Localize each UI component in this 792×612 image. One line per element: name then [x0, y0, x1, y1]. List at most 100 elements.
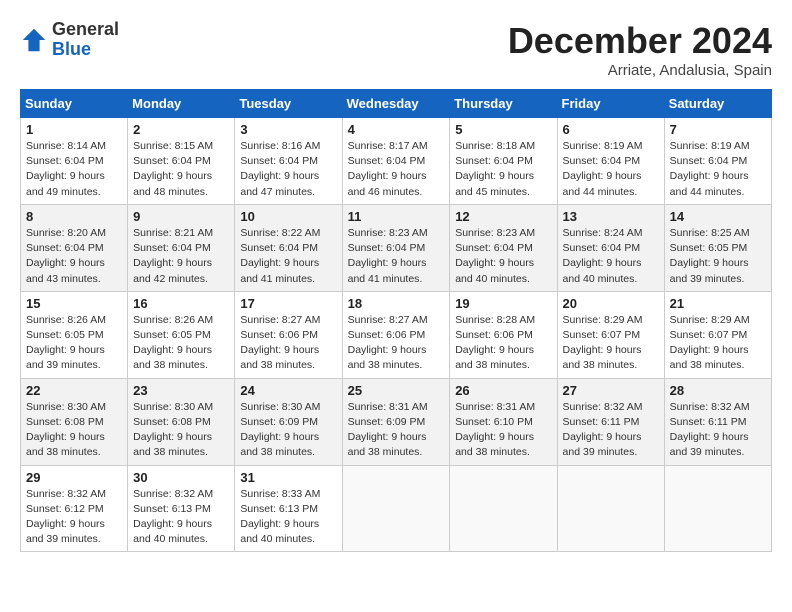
day-info: Sunrise: 8:30 AM Sunset: 6:08 PM Dayligh…	[26, 400, 122, 461]
day-info: Sunrise: 8:32 AM Sunset: 6:13 PM Dayligh…	[133, 487, 229, 548]
calendar-cell: 20 Sunrise: 8:29 AM Sunset: 6:07 PM Dayli…	[557, 291, 664, 378]
calendar-body: 1 Sunrise: 8:14 AM Sunset: 6:04 PM Daylig…	[21, 118, 772, 552]
calendar-cell: 23Sunrise: 8:30 AM Sunset: 6:08 PM Dayli…	[128, 378, 235, 465]
calendar-cell	[557, 465, 664, 552]
day-number: 9	[133, 209, 229, 224]
day-info: Sunrise: 8:25 AM Sunset: 6:05 PM Dayligh…	[670, 226, 766, 287]
calendar-cell: 1 Sunrise: 8:14 AM Sunset: 6:04 PM Daylig…	[21, 118, 128, 205]
day-number: 20	[563, 296, 659, 311]
day-number: 27	[563, 383, 659, 398]
weekday-header: Thursday	[450, 90, 557, 118]
calendar-cell: 30 Sunrise: 8:32 AM Sunset: 6:13 PM Dayli…	[128, 465, 235, 552]
calendar-cell: 15 Sunrise: 8:26 AM Sunset: 6:05 PM Dayli…	[21, 291, 128, 378]
day-number: 31	[240, 470, 336, 485]
day-info: Sunrise: 8:26 AM Sunset: 6:05 PM Dayligh…	[26, 313, 122, 374]
day-number: 24	[240, 383, 336, 398]
calendar-week-row: 8 Sunrise: 8:20 AM Sunset: 6:04 PM Daylig…	[21, 204, 772, 291]
calendar-cell: 5 Sunrise: 8:18 AM Sunset: 6:04 PM Daylig…	[450, 118, 557, 205]
calendar-cell: 28Sunrise: 8:32 AM Sunset: 6:11 PM Dayli…	[664, 378, 771, 465]
logo-blue: Blue	[52, 39, 91, 59]
weekday-header: Saturday	[664, 90, 771, 118]
day-info: Sunrise: 8:15 AM Sunset: 6:04 PM Dayligh…	[133, 139, 229, 200]
calendar-cell: 8 Sunrise: 8:20 AM Sunset: 6:04 PM Daylig…	[21, 204, 128, 291]
calendar-cell: 27 Sunrise: 8:32 AM Sunset: 6:11 PM Dayli…	[557, 378, 664, 465]
calendar-cell: 31Sunrise: 8:33 AM Sunset: 6:13 PM Dayli…	[235, 465, 342, 552]
calendar-cell: 22 Sunrise: 8:30 AM Sunset: 6:08 PM Dayli…	[21, 378, 128, 465]
day-info: Sunrise: 8:32 AM Sunset: 6:12 PM Dayligh…	[26, 487, 122, 548]
day-number: 23	[133, 383, 229, 398]
logo-icon	[20, 26, 48, 54]
calendar-cell: 14Sunrise: 8:25 AM Sunset: 6:05 PM Dayli…	[664, 204, 771, 291]
day-info: Sunrise: 8:31 AM Sunset: 6:09 PM Dayligh…	[348, 400, 445, 461]
day-number: 12	[455, 209, 551, 224]
day-number: 22	[26, 383, 122, 398]
day-info: Sunrise: 8:22 AM Sunset: 6:04 PM Dayligh…	[240, 226, 336, 287]
calendar-week-row: 15 Sunrise: 8:26 AM Sunset: 6:05 PM Dayli…	[21, 291, 772, 378]
calendar-cell: 29 Sunrise: 8:32 AM Sunset: 6:12 PM Dayli…	[21, 465, 128, 552]
day-info: Sunrise: 8:29 AM Sunset: 6:07 PM Dayligh…	[670, 313, 766, 374]
location: Arriate, Andalusia, Spain	[508, 62, 772, 79]
day-number: 15	[26, 296, 122, 311]
calendar-header-row: SundayMondayTuesdayWednesdayThursdayFrid…	[21, 90, 772, 118]
calendar-cell: 2 Sunrise: 8:15 AM Sunset: 6:04 PM Daylig…	[128, 118, 235, 205]
day-info: Sunrise: 8:27 AM Sunset: 6:06 PM Dayligh…	[240, 313, 336, 374]
day-number: 17	[240, 296, 336, 311]
calendar-cell	[450, 465, 557, 552]
day-info: Sunrise: 8:16 AM Sunset: 6:04 PM Dayligh…	[240, 139, 336, 200]
month-title: December 2024	[508, 20, 772, 62]
day-number: 29	[26, 470, 122, 485]
day-info: Sunrise: 8:29 AM Sunset: 6:07 PM Dayligh…	[563, 313, 659, 374]
day-number: 11	[348, 209, 445, 224]
weekday-header: Tuesday	[235, 90, 342, 118]
calendar-week-row: 22 Sunrise: 8:30 AM Sunset: 6:08 PM Dayli…	[21, 378, 772, 465]
calendar-week-row: 1 Sunrise: 8:14 AM Sunset: 6:04 PM Daylig…	[21, 118, 772, 205]
day-number: 1	[26, 122, 122, 137]
day-info: Sunrise: 8:24 AM Sunset: 6:04 PM Dayligh…	[563, 226, 659, 287]
logo: General Blue	[20, 20, 119, 60]
calendar-cell: 18Sunrise: 8:27 AM Sunset: 6:06 PM Dayli…	[342, 291, 450, 378]
day-number: 5	[455, 122, 551, 137]
day-number: 13	[563, 209, 659, 224]
calendar-cell: 3Sunrise: 8:16 AM Sunset: 6:04 PM Daylig…	[235, 118, 342, 205]
calendar-cell: 21 Sunrise: 8:29 AM Sunset: 6:07 PM Dayli…	[664, 291, 771, 378]
day-number: 19	[455, 296, 551, 311]
day-info: Sunrise: 8:27 AM Sunset: 6:06 PM Dayligh…	[348, 313, 445, 374]
day-number: 7	[670, 122, 766, 137]
day-info: Sunrise: 8:19 AM Sunset: 6:04 PM Dayligh…	[563, 139, 659, 200]
day-info: Sunrise: 8:32 AM Sunset: 6:11 PM Dayligh…	[563, 400, 659, 461]
calendar-cell: 26Sunrise: 8:31 AM Sunset: 6:10 PM Dayli…	[450, 378, 557, 465]
day-number: 10	[240, 209, 336, 224]
calendar-cell: 11 Sunrise: 8:23 AM Sunset: 6:04 PM Dayli…	[342, 204, 450, 291]
day-number: 2	[133, 122, 229, 137]
day-info: Sunrise: 8:14 AM Sunset: 6:04 PM Dayligh…	[26, 139, 122, 200]
day-info: Sunrise: 8:20 AM Sunset: 6:04 PM Dayligh…	[26, 226, 122, 287]
day-number: 21	[670, 296, 766, 311]
calendar-cell: 12Sunrise: 8:23 AM Sunset: 6:04 PM Dayli…	[450, 204, 557, 291]
day-info: Sunrise: 8:30 AM Sunset: 6:09 PM Dayligh…	[240, 400, 336, 461]
calendar-cell: 13 Sunrise: 8:24 AM Sunset: 6:04 PM Dayli…	[557, 204, 664, 291]
day-number: 8	[26, 209, 122, 224]
calendar-cell: 9Sunrise: 8:21 AM Sunset: 6:04 PM Daylig…	[128, 204, 235, 291]
calendar-cell: 24 Sunrise: 8:30 AM Sunset: 6:09 PM Dayli…	[235, 378, 342, 465]
calendar-cell: 6 Sunrise: 8:19 AM Sunset: 6:04 PM Daylig…	[557, 118, 664, 205]
calendar-table: SundayMondayTuesdayWednesdayThursdayFrid…	[20, 89, 772, 552]
day-info: Sunrise: 8:18 AM Sunset: 6:04 PM Dayligh…	[455, 139, 551, 200]
day-number: 6	[563, 122, 659, 137]
weekday-header: Sunday	[21, 90, 128, 118]
weekday-header: Friday	[557, 90, 664, 118]
calendar-cell: 17 Sunrise: 8:27 AM Sunset: 6:06 PM Dayli…	[235, 291, 342, 378]
calendar-cell: 4Sunrise: 8:17 AM Sunset: 6:04 PM Daylig…	[342, 118, 450, 205]
calendar-cell: 7Sunrise: 8:19 AM Sunset: 6:04 PM Daylig…	[664, 118, 771, 205]
day-number: 26	[455, 383, 551, 398]
day-number: 4	[348, 122, 445, 137]
calendar-cell: 10 Sunrise: 8:22 AM Sunset: 6:04 PM Dayli…	[235, 204, 342, 291]
logo-general: General	[52, 19, 119, 39]
title-area: December 2024 Arriate, Andalusia, Spain	[508, 20, 772, 79]
calendar-week-row: 29 Sunrise: 8:32 AM Sunset: 6:12 PM Dayli…	[21, 465, 772, 552]
calendar-cell: 16Sunrise: 8:26 AM Sunset: 6:05 PM Dayli…	[128, 291, 235, 378]
day-number: 30	[133, 470, 229, 485]
calendar-cell: 25Sunrise: 8:31 AM Sunset: 6:09 PM Dayli…	[342, 378, 450, 465]
weekday-header: Monday	[128, 90, 235, 118]
calendar-cell	[342, 465, 450, 552]
day-info: Sunrise: 8:23 AM Sunset: 6:04 PM Dayligh…	[348, 226, 445, 287]
